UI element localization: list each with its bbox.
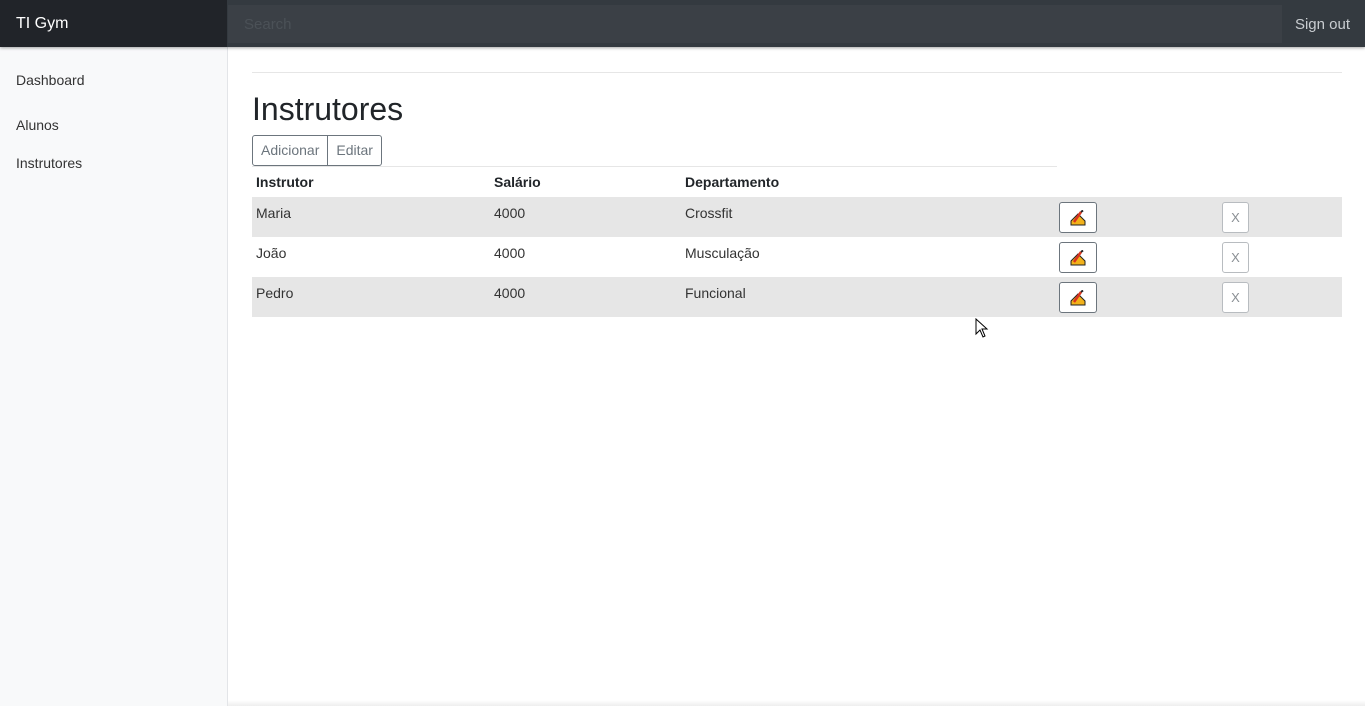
cell-departamento: Musculação (685, 245, 760, 261)
edit-button[interactable]: Editar (328, 135, 382, 166)
sidebar-item-alunos[interactable]: Alunos (16, 117, 59, 133)
delete-row-button[interactable]: X (1222, 282, 1249, 313)
pencil-edit-icon (1070, 249, 1086, 265)
delete-row-button[interactable]: X (1222, 242, 1249, 273)
top-navbar: TI Gym Sign out (0, 0, 1365, 47)
sidebar: Dashboard Alunos Instrutores (0, 47, 228, 706)
pencil-edit-icon (1070, 209, 1086, 225)
cell-instrutor: Maria (256, 205, 292, 221)
action-button-group: Adicionar Editar (252, 135, 382, 166)
table-header: Instrutor Salário Departamento (252, 167, 1342, 197)
sign-out-link[interactable]: Sign out (1295, 0, 1350, 47)
table-row: Maria 4000 Crossfit X (252, 197, 1342, 237)
column-header-instrutor: Instrutor (256, 174, 314, 190)
column-header-salario: Salário (494, 174, 541, 190)
cell-salario: 4000 (494, 245, 526, 261)
edit-row-button[interactable] (1059, 202, 1097, 233)
cell-departamento: Crossfit (685, 205, 733, 221)
cell-instrutor: Pedro (256, 285, 294, 301)
instructors-table: Instrutor Salário Departamento Maria 400… (252, 167, 1342, 317)
add-button[interactable]: Adicionar (252, 135, 329, 166)
cell-salario: 4000 (494, 205, 526, 221)
sidebar-item-instrutores[interactable]: Instrutores (16, 155, 82, 171)
delete-row-button[interactable]: X (1222, 202, 1249, 233)
bottom-edge (228, 700, 1365, 706)
search-input[interactable] (228, 5, 1282, 43)
sidebar-item-dashboard[interactable]: Dashboard (16, 72, 85, 88)
cell-departamento: Funcional (685, 285, 746, 301)
edit-row-button[interactable] (1059, 282, 1097, 313)
brand-logo[interactable]: TI Gym (0, 0, 227, 47)
table-row: João 4000 Musculação X (252, 237, 1342, 277)
pencil-edit-icon (1070, 289, 1086, 305)
table-row: Pedro 4000 Funcional X (252, 277, 1342, 317)
page-title: Instrutores (252, 91, 404, 127)
divider (252, 72, 1342, 73)
cell-instrutor: João (256, 245, 287, 261)
column-header-departamento: Departamento (685, 174, 780, 190)
edit-row-button[interactable] (1059, 242, 1097, 273)
cell-salario: 4000 (494, 285, 526, 301)
mouse-cursor-icon (975, 318, 989, 338)
